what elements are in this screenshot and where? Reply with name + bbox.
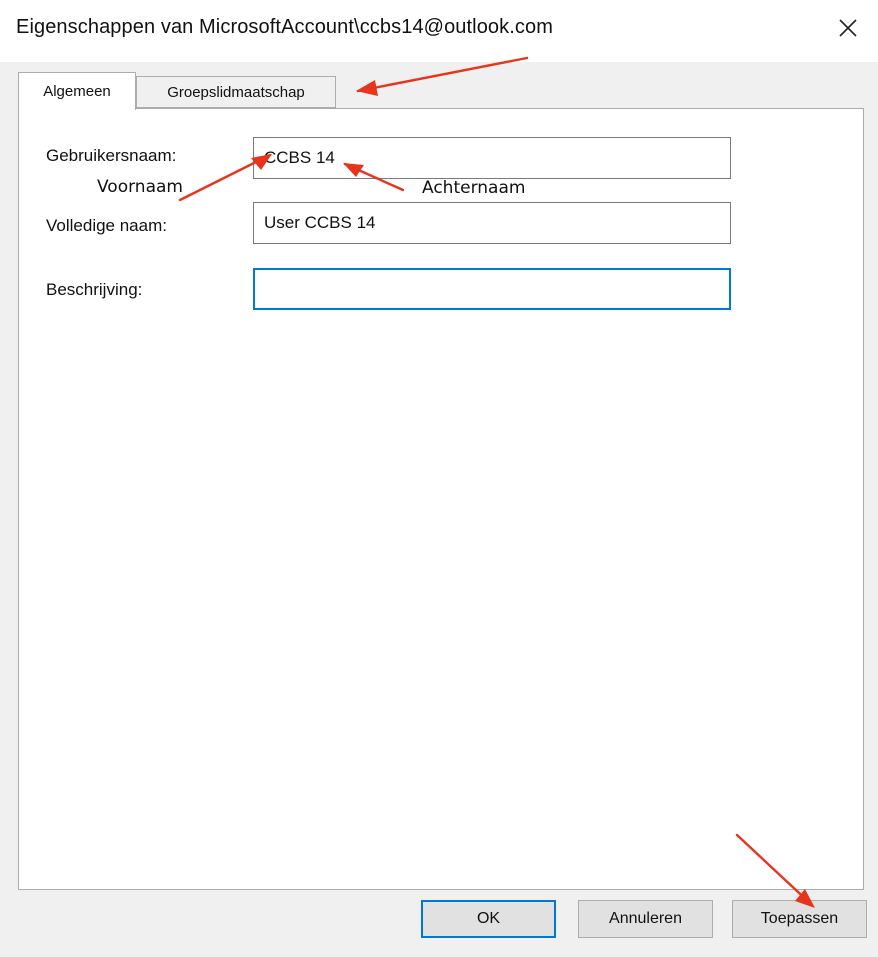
description-field[interactable] [253, 268, 731, 310]
tab-groepslidmaatschap[interactable]: Groepslidmaatschap [136, 76, 336, 108]
title-bar: Eigenschappen van MicrosoftAccount\ccbs1… [0, 0, 878, 62]
fullname-field[interactable] [253, 202, 731, 244]
ok-button[interactable]: OK [421, 900, 556, 938]
tab-algemeen[interactable]: Algemeen [18, 72, 136, 110]
fullname-label: Volledige naam: [46, 216, 167, 235]
annotation-voornaam: Voornaam [97, 177, 183, 197]
description-label: Beschrijving: [46, 280, 143, 299]
window-title: Eigenschappen van MicrosoftAccount\ccbs1… [16, 16, 553, 38]
cancel-button[interactable]: Annuleren [578, 900, 713, 938]
close-icon [839, 19, 857, 37]
close-button[interactable] [826, 8, 870, 48]
username-field[interactable] [253, 137, 731, 179]
apply-button[interactable]: Toepassen [732, 900, 867, 938]
username-label: Gebruikersnaam: [46, 146, 177, 165]
annotation-achternaam: Achternaam [422, 178, 526, 198]
